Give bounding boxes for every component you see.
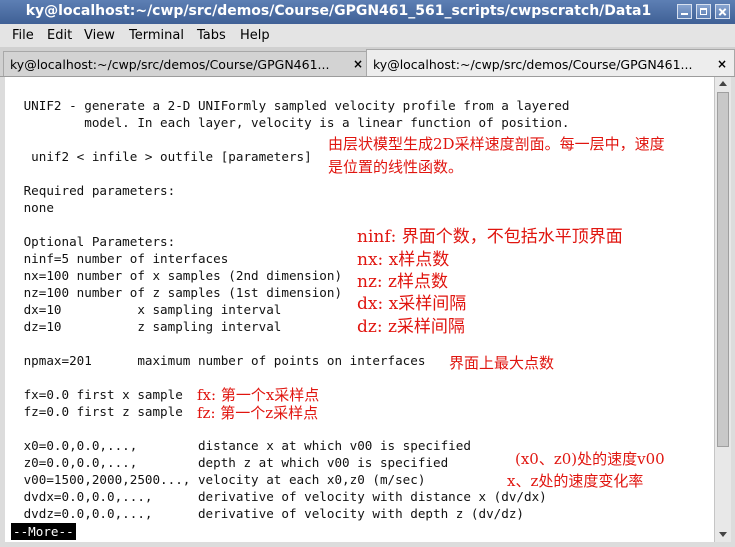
vertical-scrollbar[interactable] <box>714 77 731 542</box>
annotation-npmax: 界面上最大点数 <box>449 354 555 372</box>
annotation-fz: fz: 第一个z采样点 <box>197 404 319 422</box>
scrollbar-thumb[interactable] <box>717 92 729 447</box>
terminal-line: unif2 < infile > outfile [parameters] <box>16 149 312 164</box>
terminal-line: UNIF2 - generate a 2-D UNIFormly sampled… <box>16 98 570 113</box>
menu-terminal[interactable]: Terminal <box>129 28 184 43</box>
terminal-line: npmax=201 maximum number of points on in… <box>16 353 426 368</box>
terminal-line: dz=10 z sampling interval <box>16 319 282 334</box>
terminal-line: dvdx=0.0,0.0,..., derivative of velocity… <box>16 489 547 504</box>
menu-help[interactable]: Help <box>240 28 270 43</box>
terminal-line: x0=0.0,0.0,..., distance x at which v00 … <box>16 438 471 453</box>
terminal-line: model. In each layer, velocity is a line… <box>16 115 570 130</box>
annotation-ninf: ninf: 界面个数，不包括水平顶界面 <box>357 227 623 247</box>
tab-label: ky@localhost:~/cwp/src/demos/Course/GPGN… <box>373 57 693 72</box>
annotation-unif2-line2: 是位置的线性函数。 <box>328 158 464 176</box>
terminal-output[interactable]: UNIF2 - generate a 2-D UNIFormly sampled… <box>5 77 714 542</box>
terminal-line: dx=10 x sampling interval <box>16 302 282 317</box>
title-bar[interactable]: ky@localhost:~/cwp/src/demos/Course/GPGN… <box>0 0 735 24</box>
terminal-line: ninf=5 number of interfaces <box>16 251 229 266</box>
terminal-line: Required parameters: <box>16 183 176 198</box>
menu-edit[interactable]: Edit <box>47 28 72 43</box>
terminal-line: fx=0.0 first x sample <box>16 387 183 402</box>
terminal-line: dvdz=0.0,0.0,..., derivative of velocity… <box>16 506 524 521</box>
menu-bar: File Edit View Terminal Tabs Help <box>0 24 735 47</box>
close-icon[interactable]: × <box>351 57 365 71</box>
annotation-derivatives: x、z处的速度变化率 <box>507 472 644 490</box>
scroll-up-arrow-icon[interactable] <box>715 77 731 91</box>
terminal-line: nx=100 number of x samples (2nd dimensio… <box>16 268 343 283</box>
annotation-dx: dx: x采样间隔 <box>357 294 467 314</box>
close-icon[interactable]: × <box>715 57 729 71</box>
more-prompt: --More-- <box>11 523 76 540</box>
terminal-line: none <box>16 200 54 215</box>
menu-view[interactable]: View <box>84 28 115 43</box>
annotation-dz: dz: z采样间隔 <box>357 317 465 337</box>
tab-terminal-2[interactable]: ky@localhost:~/cwp/src/demos/Course/GPGN… <box>366 49 735 76</box>
menu-tabs[interactable]: Tabs <box>197 28 226 43</box>
window-title: ky@localhost:~/cwp/src/demos/Course/GPGN… <box>25 3 652 19</box>
terminal-line: nz=100 number of z samples (1st dimensio… <box>16 285 343 300</box>
minimize-button[interactable] <box>677 4 692 19</box>
scroll-down-arrow-icon[interactable] <box>715 528 731 542</box>
terminal-window: ky@localhost:~/cwp/src/demos/Course/GPGN… <box>0 0 735 547</box>
annotation-unif2-line1: 由层状模型生成2D采样速度剖面。每一层中，速度 <box>328 135 665 153</box>
menu-file[interactable]: File <box>12 28 34 43</box>
terminal-line: Optional Parameters: <box>16 234 176 249</box>
tab-bar: ky@localhost:~/cwp/src/demos/Course/GPGN… <box>0 47 735 77</box>
terminal-line: v00=1500,2000,2500..., velocity at each … <box>16 472 426 487</box>
annotation-v00: (x0、z0)处的速度v00 <box>515 450 665 468</box>
terminal-line: fz=0.0 first z sample <box>16 404 183 419</box>
close-window-button[interactable] <box>715 4 730 19</box>
tab-label: ky@localhost:~/cwp/src/demos/Course/GPGN… <box>10 57 330 72</box>
tab-terminal-1[interactable]: ky@localhost:~/cwp/src/demos/Course/GPGN… <box>3 51 369 76</box>
terminal-line: z0=0.0,0.0,..., depth z at which v00 is … <box>16 455 449 470</box>
maximize-button[interactable] <box>696 4 711 19</box>
